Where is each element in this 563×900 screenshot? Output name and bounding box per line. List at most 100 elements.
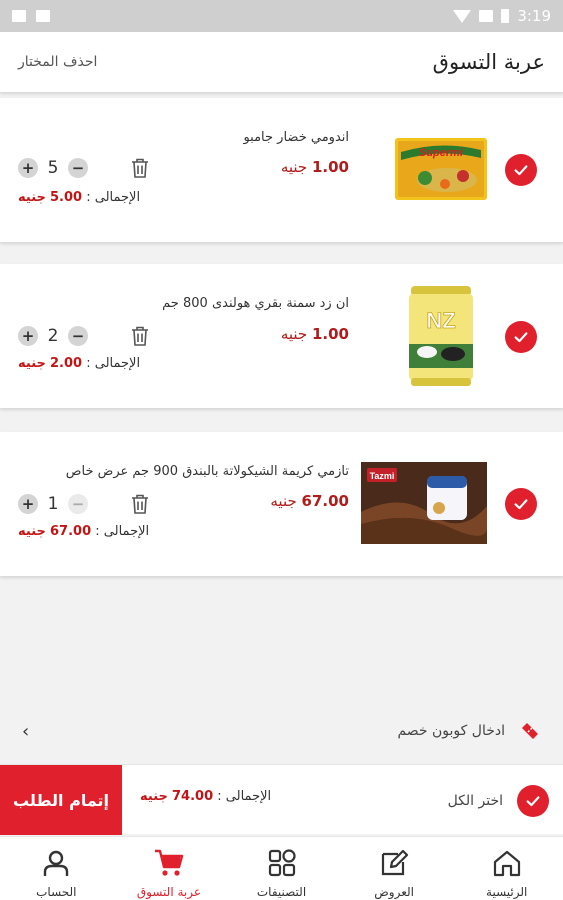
- status-time: 3:19: [517, 7, 551, 25]
- nav-label: الرئيسية: [486, 885, 528, 899]
- price-currency: جنيه: [280, 325, 308, 343]
- nav-item-offers[interactable]: العروض: [338, 837, 451, 900]
- coupon-label-group: ادخال كوبون خصم: [397, 720, 541, 742]
- item-total-value: 5.00: [50, 190, 83, 205]
- status-right: 3:19: [453, 7, 551, 25]
- check-icon: [526, 796, 540, 807]
- decrease-qty-button[interactable]: −: [68, 326, 88, 346]
- item-total-currency: جنيه: [18, 190, 46, 205]
- battery-icon: [501, 9, 510, 23]
- account-icon: [44, 850, 69, 876]
- home-icon: [493, 850, 520, 877]
- price-value: 1.00: [311, 325, 349, 343]
- checkout-button[interactable]: إتمام الطلب: [0, 765, 122, 835]
- quantity-value: 2: [47, 326, 59, 346]
- nav-label: عربة التسوق: [136, 885, 202, 899]
- decrease-qty-button[interactable]: −: [68, 494, 88, 514]
- increase-qty-button[interactable]: +: [18, 494, 38, 514]
- cart-icon: [154, 849, 184, 876]
- product-logo-text: Supermi: [419, 147, 464, 159]
- price-value: 67.00: [301, 492, 349, 510]
- cart-total: الإجمالى : 74.00 جنيه: [140, 789, 271, 804]
- app-bar: احذف المختار عربة التسوق: [0, 32, 563, 92]
- product-name[interactable]: اندومي خضار جامبو: [19, 130, 349, 145]
- item-total-label: الإجمالى :: [86, 190, 141, 205]
- select-all-checkbox[interactable]: [517, 785, 549, 817]
- product-logo-text: Tazmi: [370, 471, 395, 481]
- nav-label: التصنيفات: [256, 885, 307, 899]
- nav-item-categories[interactable]: التصنيفات: [225, 837, 338, 900]
- quantity-stepper: + 5 −: [18, 158, 88, 178]
- quantity-stepper: + 1 −: [18, 494, 88, 514]
- item-total-currency: جنيه: [18, 356, 46, 371]
- trash-icon[interactable]: [130, 493, 150, 515]
- item-total-currency: جنيه: [18, 524, 46, 539]
- categories-icon: [268, 849, 296, 877]
- coupon-label: ادخال كوبون خصم: [397, 723, 505, 739]
- nav-item-account[interactable]: الحساب: [0, 837, 113, 900]
- increase-qty-button[interactable]: +: [18, 158, 38, 178]
- check-icon: [514, 332, 528, 343]
- price-value: 1.00: [311, 158, 349, 176]
- item-total: الإجمالى : 2.00 جنيه: [18, 356, 140, 371]
- quantity-value: 1: [47, 494, 59, 514]
- cart-item: NZ ان زد سمنة بقري هولندى 800 جم 1.00 جن…: [0, 264, 563, 408]
- chevron-left-icon: ‹: [22, 720, 30, 742]
- price-currency: جنيه: [280, 158, 308, 176]
- cart-item: Tazmi تازمي كريمة الشيكولاتة بالبندق 900…: [0, 432, 563, 576]
- item-total: الإجمالى : 5.00 جنيه: [18, 190, 140, 205]
- product-image-indomie: Supermi: [395, 138, 487, 200]
- decrease-qty-button[interactable]: −: [68, 158, 88, 178]
- nav-item-home[interactable]: الرئيسية: [450, 837, 563, 900]
- status-left: [12, 10, 50, 22]
- cart-item: Supermi اندومي خضار جامبو 1.00 جنيه + 5 …: [0, 98, 563, 242]
- nav-label: العروض: [374, 885, 414, 899]
- cart-total-currency: جنيه: [140, 789, 168, 804]
- coupon-icon: [522, 723, 538, 739]
- increase-qty-button[interactable]: +: [18, 326, 38, 346]
- item-total-value: 2.00: [50, 356, 83, 371]
- trash-icon[interactable]: [130, 325, 150, 347]
- quantity-stepper: + 2 −: [18, 326, 88, 346]
- product-image[interactable]: NZ: [395, 284, 487, 388]
- item-total: الإجمالى : 67.00 جنيه: [18, 524, 149, 539]
- cart-total-value: 74.00: [172, 789, 214, 804]
- product-logo-text: NZ: [426, 308, 455, 333]
- delete-selected-button[interactable]: احذف المختار: [18, 54, 97, 70]
- check-icon: [514, 165, 528, 176]
- nav-item-cart[interactable]: عربة التسوق: [113, 837, 226, 900]
- item-select-checkbox[interactable]: [505, 321, 537, 353]
- status-bar: 3:19: [0, 0, 563, 32]
- offers-icon: [382, 849, 409, 876]
- price-currency: جنيه: [270, 492, 297, 510]
- image-notification-icon: [12, 10, 26, 22]
- product-image-nz: NZ: [409, 286, 473, 386]
- summary-bar: إتمام الطلب الإجمالى : 74.00 جنيه اختر ا…: [0, 764, 563, 835]
- trash-icon[interactable]: [130, 157, 150, 179]
- item-select-checkbox[interactable]: [505, 154, 537, 186]
- product-price: 67.00 جنيه: [270, 492, 349, 510]
- check-icon: [514, 499, 528, 510]
- page-title: عربة التسوق: [432, 50, 545, 74]
- item-total-label: الإجمالى :: [86, 356, 141, 371]
- select-all-label: اختر الكل: [447, 793, 503, 809]
- item-total-label: الإجمالى :: [95, 524, 150, 539]
- quantity-value: 5: [47, 158, 59, 178]
- item-total-value: 67.00: [50, 524, 92, 539]
- app-root: 3:19 احذف المختار عربة التسوق Supermi ان…: [0, 0, 563, 900]
- product-name[interactable]: تازمي كريمة الشيكولاتة بالبندق 900 جم عر…: [19, 464, 349, 479]
- bottom-nav: الرئيسية العروض التصنيفات عربة التسوق ال…: [0, 836, 563, 900]
- product-price: 1.00 جنيه: [281, 158, 349, 176]
- app-notification-icon: [36, 10, 50, 22]
- select-all-control[interactable]: اختر الكل: [448, 785, 549, 817]
- product-name[interactable]: ان زد سمنة بقري هولندى 800 جم: [19, 296, 349, 311]
- cart-total-label: الإجمالى :: [217, 789, 272, 804]
- product-image[interactable]: Tazmi: [361, 462, 487, 544]
- item-select-checkbox[interactable]: [505, 488, 537, 520]
- signal-icon: [479, 10, 494, 22]
- nav-label: الحساب: [36, 885, 77, 899]
- product-image[interactable]: Supermi: [395, 126, 487, 212]
- coupon-row[interactable]: ‹ ادخال كوبون خصم: [0, 708, 563, 754]
- wifi-icon: [453, 9, 472, 23]
- product-price: 1.00 جنيه: [281, 325, 349, 343]
